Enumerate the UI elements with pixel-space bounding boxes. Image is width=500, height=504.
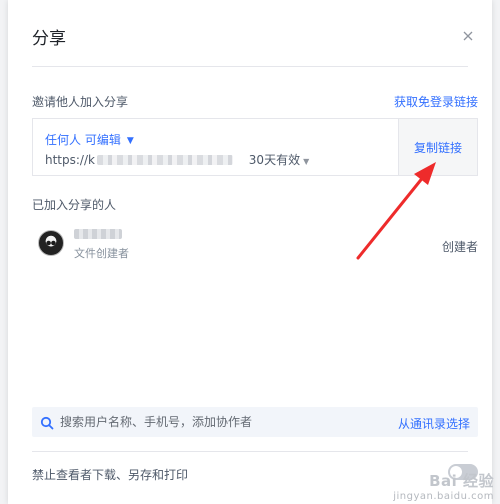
permission-label: 任何人 可编辑 [45, 133, 121, 147]
get-quick-login-link[interactable]: 获取免登录链接 [394, 93, 478, 110]
blurred-url [96, 155, 233, 165]
member-subtitle: 文件创建者 [74, 247, 129, 260]
member-row: 文件创建者 创建者 [32, 226, 478, 266]
close-icon[interactable] [460, 28, 476, 44]
share-url-row: https://k 30天有效 ▼ [45, 151, 309, 168]
validity-dropdown[interactable]: 30天有效 ▼ [249, 153, 309, 167]
avatar [38, 230, 64, 256]
members-section-label: 已加入分享的人 [32, 198, 117, 212]
dialog-title: 分享 [32, 29, 66, 49]
watermark: Bai 经验 jingyan.baidu.com [393, 470, 494, 502]
add-collaborator-search: 从通讯录选择 [32, 407, 478, 437]
search-input[interactable] [60, 407, 360, 437]
watermark-url: jingyan.baidu.com [393, 491, 494, 502]
watermark-brand: Bai 经验 [429, 472, 494, 490]
copy-link-button[interactable]: 复制链接 [398, 119, 477, 175]
invite-section-label: 邀请他人加入分享 [32, 95, 129, 109]
restrict-download-label: 禁止查看者下载、另存和打印 [32, 468, 189, 482]
chevron-down-icon: ▼ [126, 136, 134, 146]
chevron-down-icon: ▼ [303, 157, 310, 166]
share-url: https://k [45, 153, 95, 167]
search-icon [40, 415, 54, 430]
permission-dropdown[interactable]: 任何人 可编辑 ▼ [45, 131, 134, 148]
member-role: 创建者 [441, 240, 478, 254]
footer-divider [32, 451, 468, 452]
select-from-contacts-link[interactable]: 从通讯录选择 [398, 415, 470, 432]
share-link-box: 任何人 可编辑 ▼ https://k 30天有效 ▼ 复制链接 [32, 118, 478, 176]
validity-label: 30天有效 [248, 153, 301, 167]
member-name-blurred [74, 229, 122, 239]
header-divider [32, 66, 468, 67]
share-dialog: 分享 邀请他人加入分享 获取免登录链接 任何人 可编辑 ▼ https://k 3… [8, 0, 492, 504]
